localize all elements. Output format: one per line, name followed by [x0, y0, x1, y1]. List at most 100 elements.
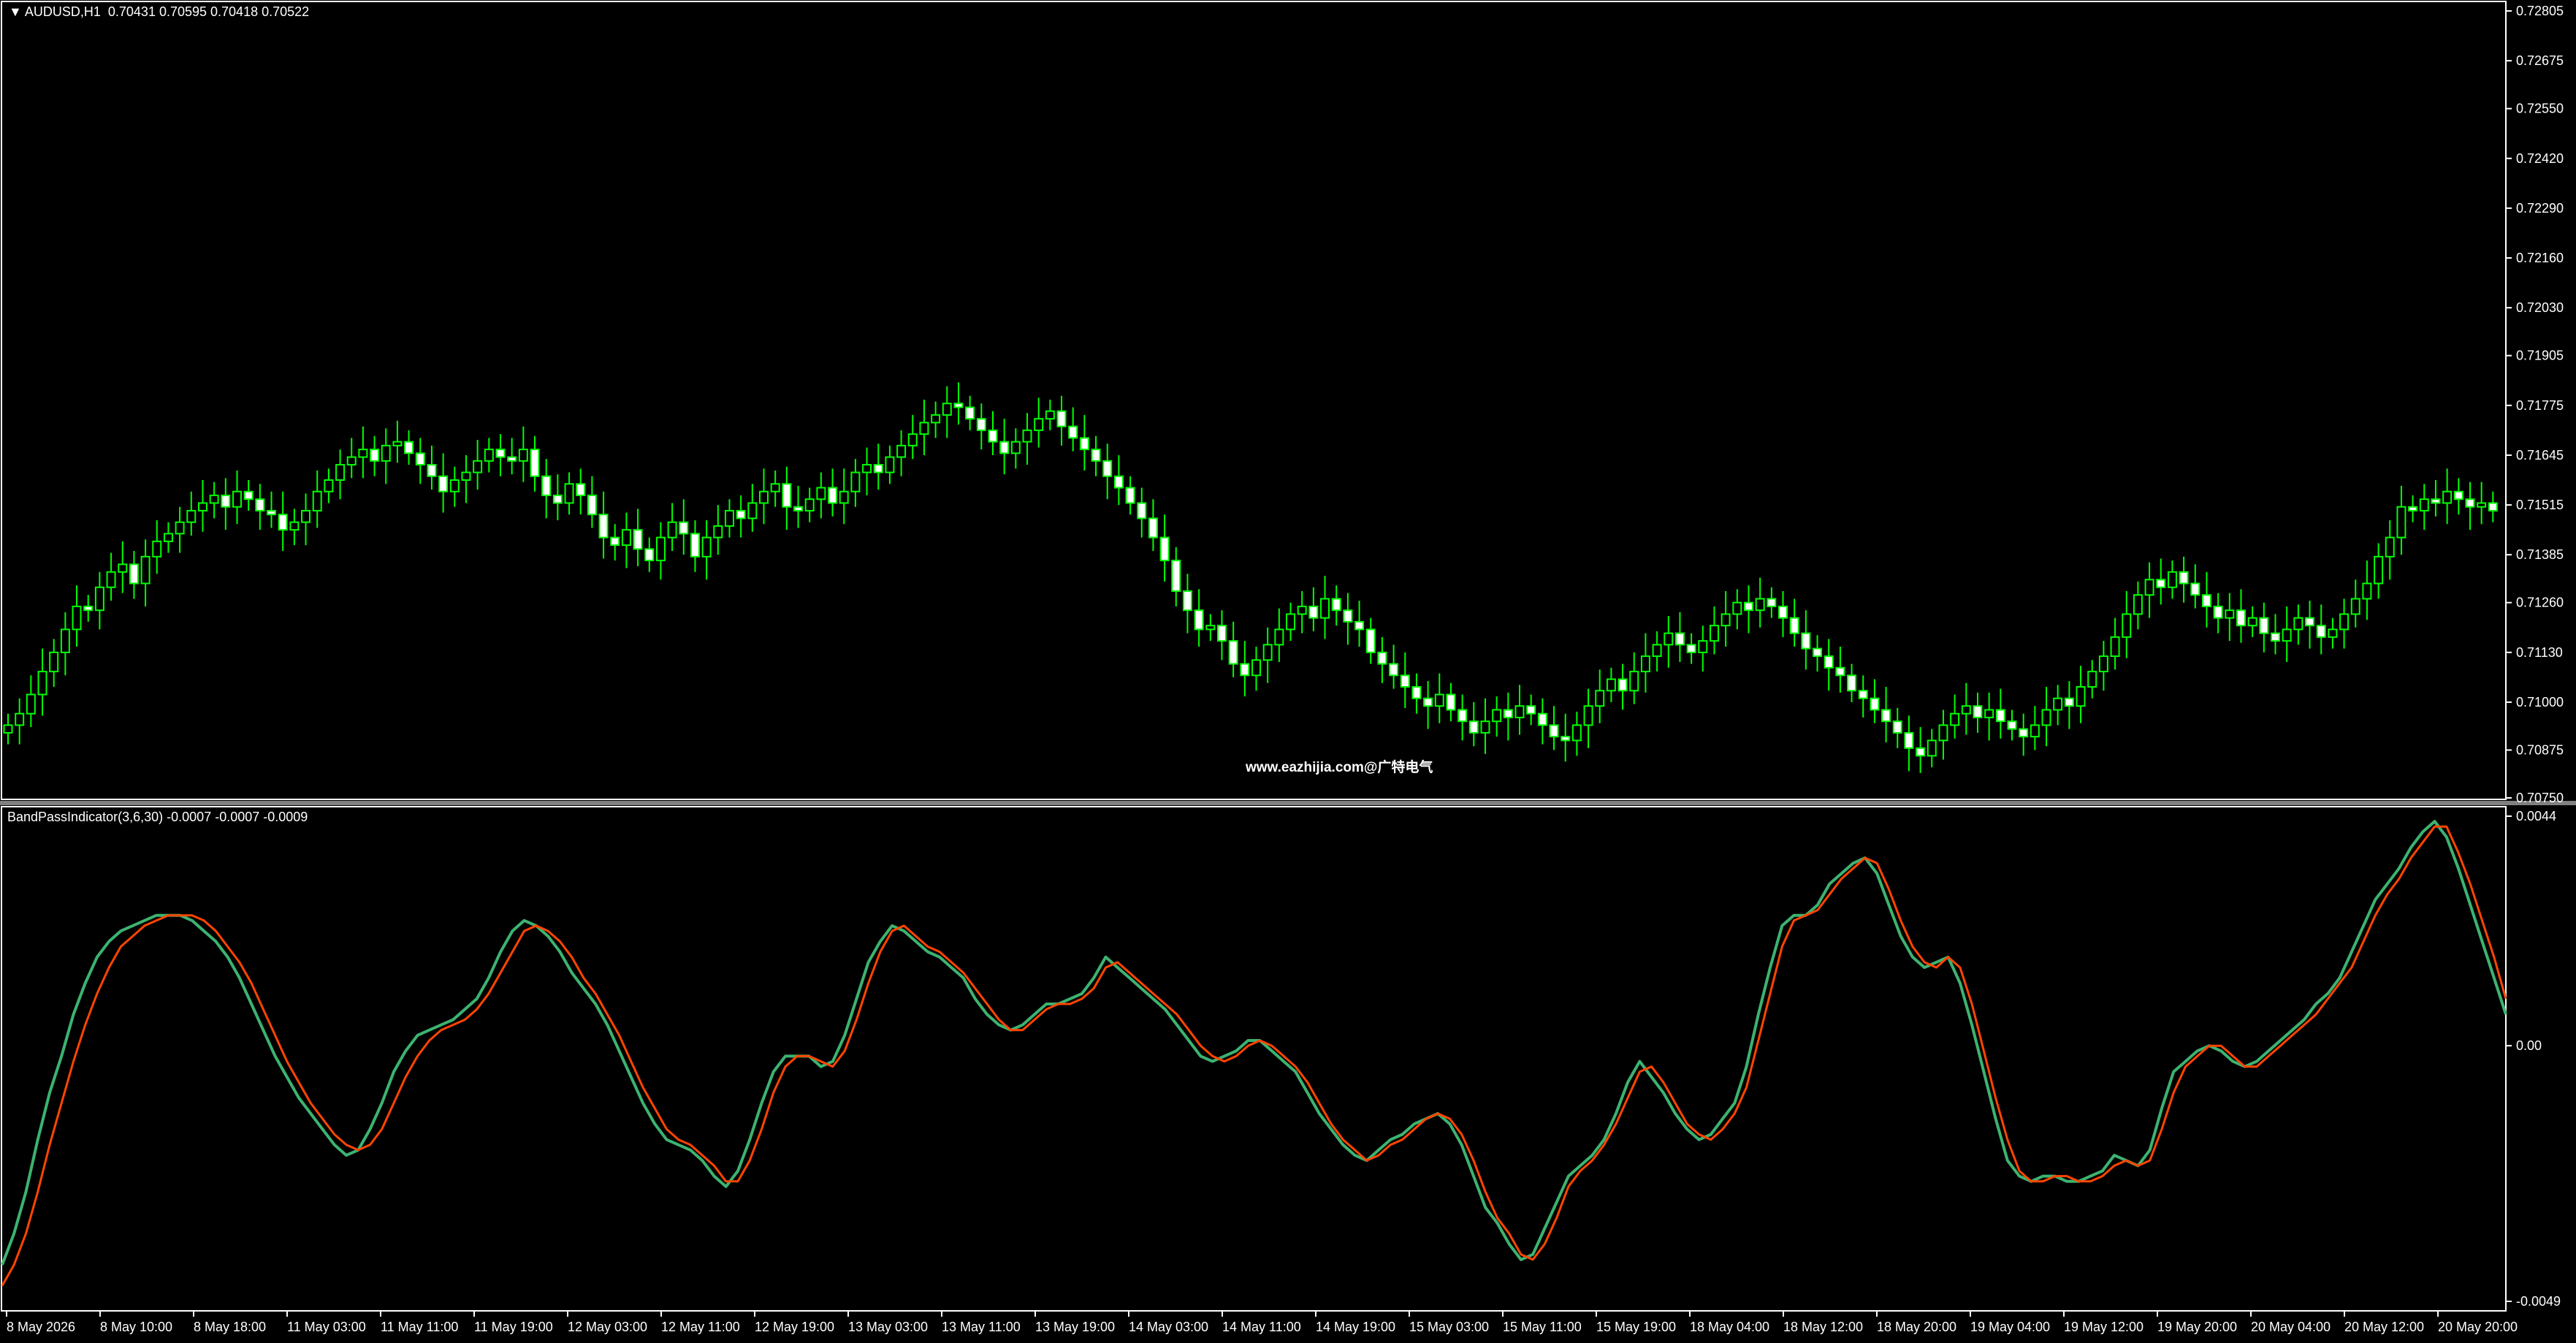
candle-body — [243, 490, 254, 501]
candle-body — [438, 475, 449, 492]
candle-body — [404, 441, 414, 454]
candle-body — [1102, 460, 1113, 477]
price-tick-label: 0.72290 — [2516, 201, 2564, 216]
candle-body — [2236, 609, 2246, 627]
candle-body — [2110, 636, 2120, 658]
candle-body — [724, 509, 734, 527]
candle-body — [415, 452, 425, 466]
candle-body — [2133, 594, 2143, 615]
price-tick-label: 0.71130 — [2516, 645, 2563, 660]
candle-body — [495, 449, 506, 458]
candle-body — [1629, 671, 1639, 692]
pane-separator[interactable] — [0, 801, 2576, 805]
candle-body — [209, 494, 219, 504]
candle-body — [2064, 697, 2074, 707]
collapse-triangle-icon[interactable]: ▼ — [9, 4, 22, 19]
candle-body — [1240, 663, 1250, 677]
candle-body — [83, 605, 94, 612]
candle-body — [1148, 517, 1158, 539]
time-tick-label: 8 May 18:00 — [194, 1320, 266, 1334]
candle-body — [1423, 697, 1433, 707]
candle-body — [621, 529, 631, 547]
candle-body — [1308, 605, 1319, 619]
candle-body — [839, 490, 849, 504]
candle-body — [1801, 632, 1811, 650]
candle-body — [1652, 644, 1662, 658]
candle-body — [1320, 598, 1330, 619]
candle-body — [186, 509, 197, 523]
candle-body — [999, 441, 1010, 454]
candle-body — [267, 509, 276, 516]
candle-body — [2259, 617, 2269, 634]
candle-body — [2453, 490, 2463, 501]
candle-body — [335, 464, 346, 482]
time-tick-label: 11 May 03:00 — [287, 1320, 366, 1334]
candle-body — [1995, 709, 2005, 723]
time-tick-label: 20 May 20:00 — [2438, 1320, 2518, 1334]
candle-body — [461, 471, 471, 482]
candle-body — [896, 444, 907, 458]
candle-body — [747, 502, 758, 520]
candle-body — [965, 406, 975, 420]
candle-body — [2087, 671, 2097, 688]
candle-body — [2477, 502, 2487, 508]
candle-body — [1091, 449, 1101, 462]
candle-body — [118, 563, 128, 573]
candle-body — [2431, 498, 2441, 504]
candle-body — [1159, 536, 1170, 562]
candle-body — [72, 605, 82, 631]
candle-body — [713, 525, 723, 539]
candle-body — [736, 509, 746, 520]
indicator-tick-label: -0.0049 — [2516, 1294, 2561, 1309]
candle-body — [152, 540, 162, 558]
candle-body — [1503, 709, 1513, 718]
candle-body — [1331, 598, 1341, 612]
candle-body — [381, 444, 391, 462]
candle-body — [2156, 579, 2166, 588]
time-tick-label: 14 May 19:00 — [1316, 1320, 1395, 1334]
candle-body — [1400, 674, 1410, 688]
candle-body — [2019, 728, 2029, 738]
candle-body — [598, 514, 609, 539]
candle-body — [1858, 690, 1868, 699]
candle-body — [644, 548, 655, 562]
candle-body — [1434, 693, 1444, 707]
candle-body — [2190, 582, 2200, 596]
candle-body — [1286, 613, 1296, 631]
candle-body — [2442, 490, 2453, 504]
candle-body — [770, 483, 780, 492]
candle-body — [1664, 632, 1674, 646]
candle-body — [2374, 555, 2384, 585]
candle-body — [2201, 594, 2211, 607]
candle-body — [942, 403, 952, 416]
time-tick-label: 8 May 10:00 — [100, 1320, 172, 1334]
candle-body — [1022, 429, 1032, 443]
candle-body — [2316, 625, 2326, 638]
candle-body — [2293, 617, 2303, 631]
indicator-values: -0.0007 -0.0007 -0.0009 — [167, 810, 308, 824]
candle-body — [2271, 632, 2280, 642]
price-tick-label: 0.72805 — [2516, 4, 2564, 18]
candle-body — [1927, 739, 1937, 757]
time-tick-label: 15 May 03:00 — [1409, 1320, 1489, 1334]
candle-body — [1079, 437, 1089, 451]
candle-body — [816, 487, 826, 501]
price-tick-label: 0.72160 — [2516, 251, 2564, 265]
candle-body — [1526, 705, 1536, 715]
candle-body — [633, 529, 643, 550]
candle-body — [1480, 720, 1490, 734]
candle-body — [1389, 663, 1399, 677]
candle-body — [129, 563, 139, 585]
time-tick-label: 19 May 20:00 — [2157, 1320, 2237, 1334]
candle-body — [2282, 628, 2292, 642]
candle-body — [873, 464, 883, 473]
candle-body — [690, 533, 700, 558]
price-tick-label: 0.71385 — [2516, 547, 2564, 562]
candle-body — [221, 494, 231, 508]
candle-body — [1984, 709, 1994, 718]
candle-body — [1010, 441, 1021, 454]
time-tick-label: 18 May 12:00 — [1783, 1320, 1863, 1334]
time-tick-label: 12 May 11:00 — [661, 1320, 740, 1334]
candle-body — [1674, 632, 1685, 646]
candle-body — [782, 483, 792, 508]
